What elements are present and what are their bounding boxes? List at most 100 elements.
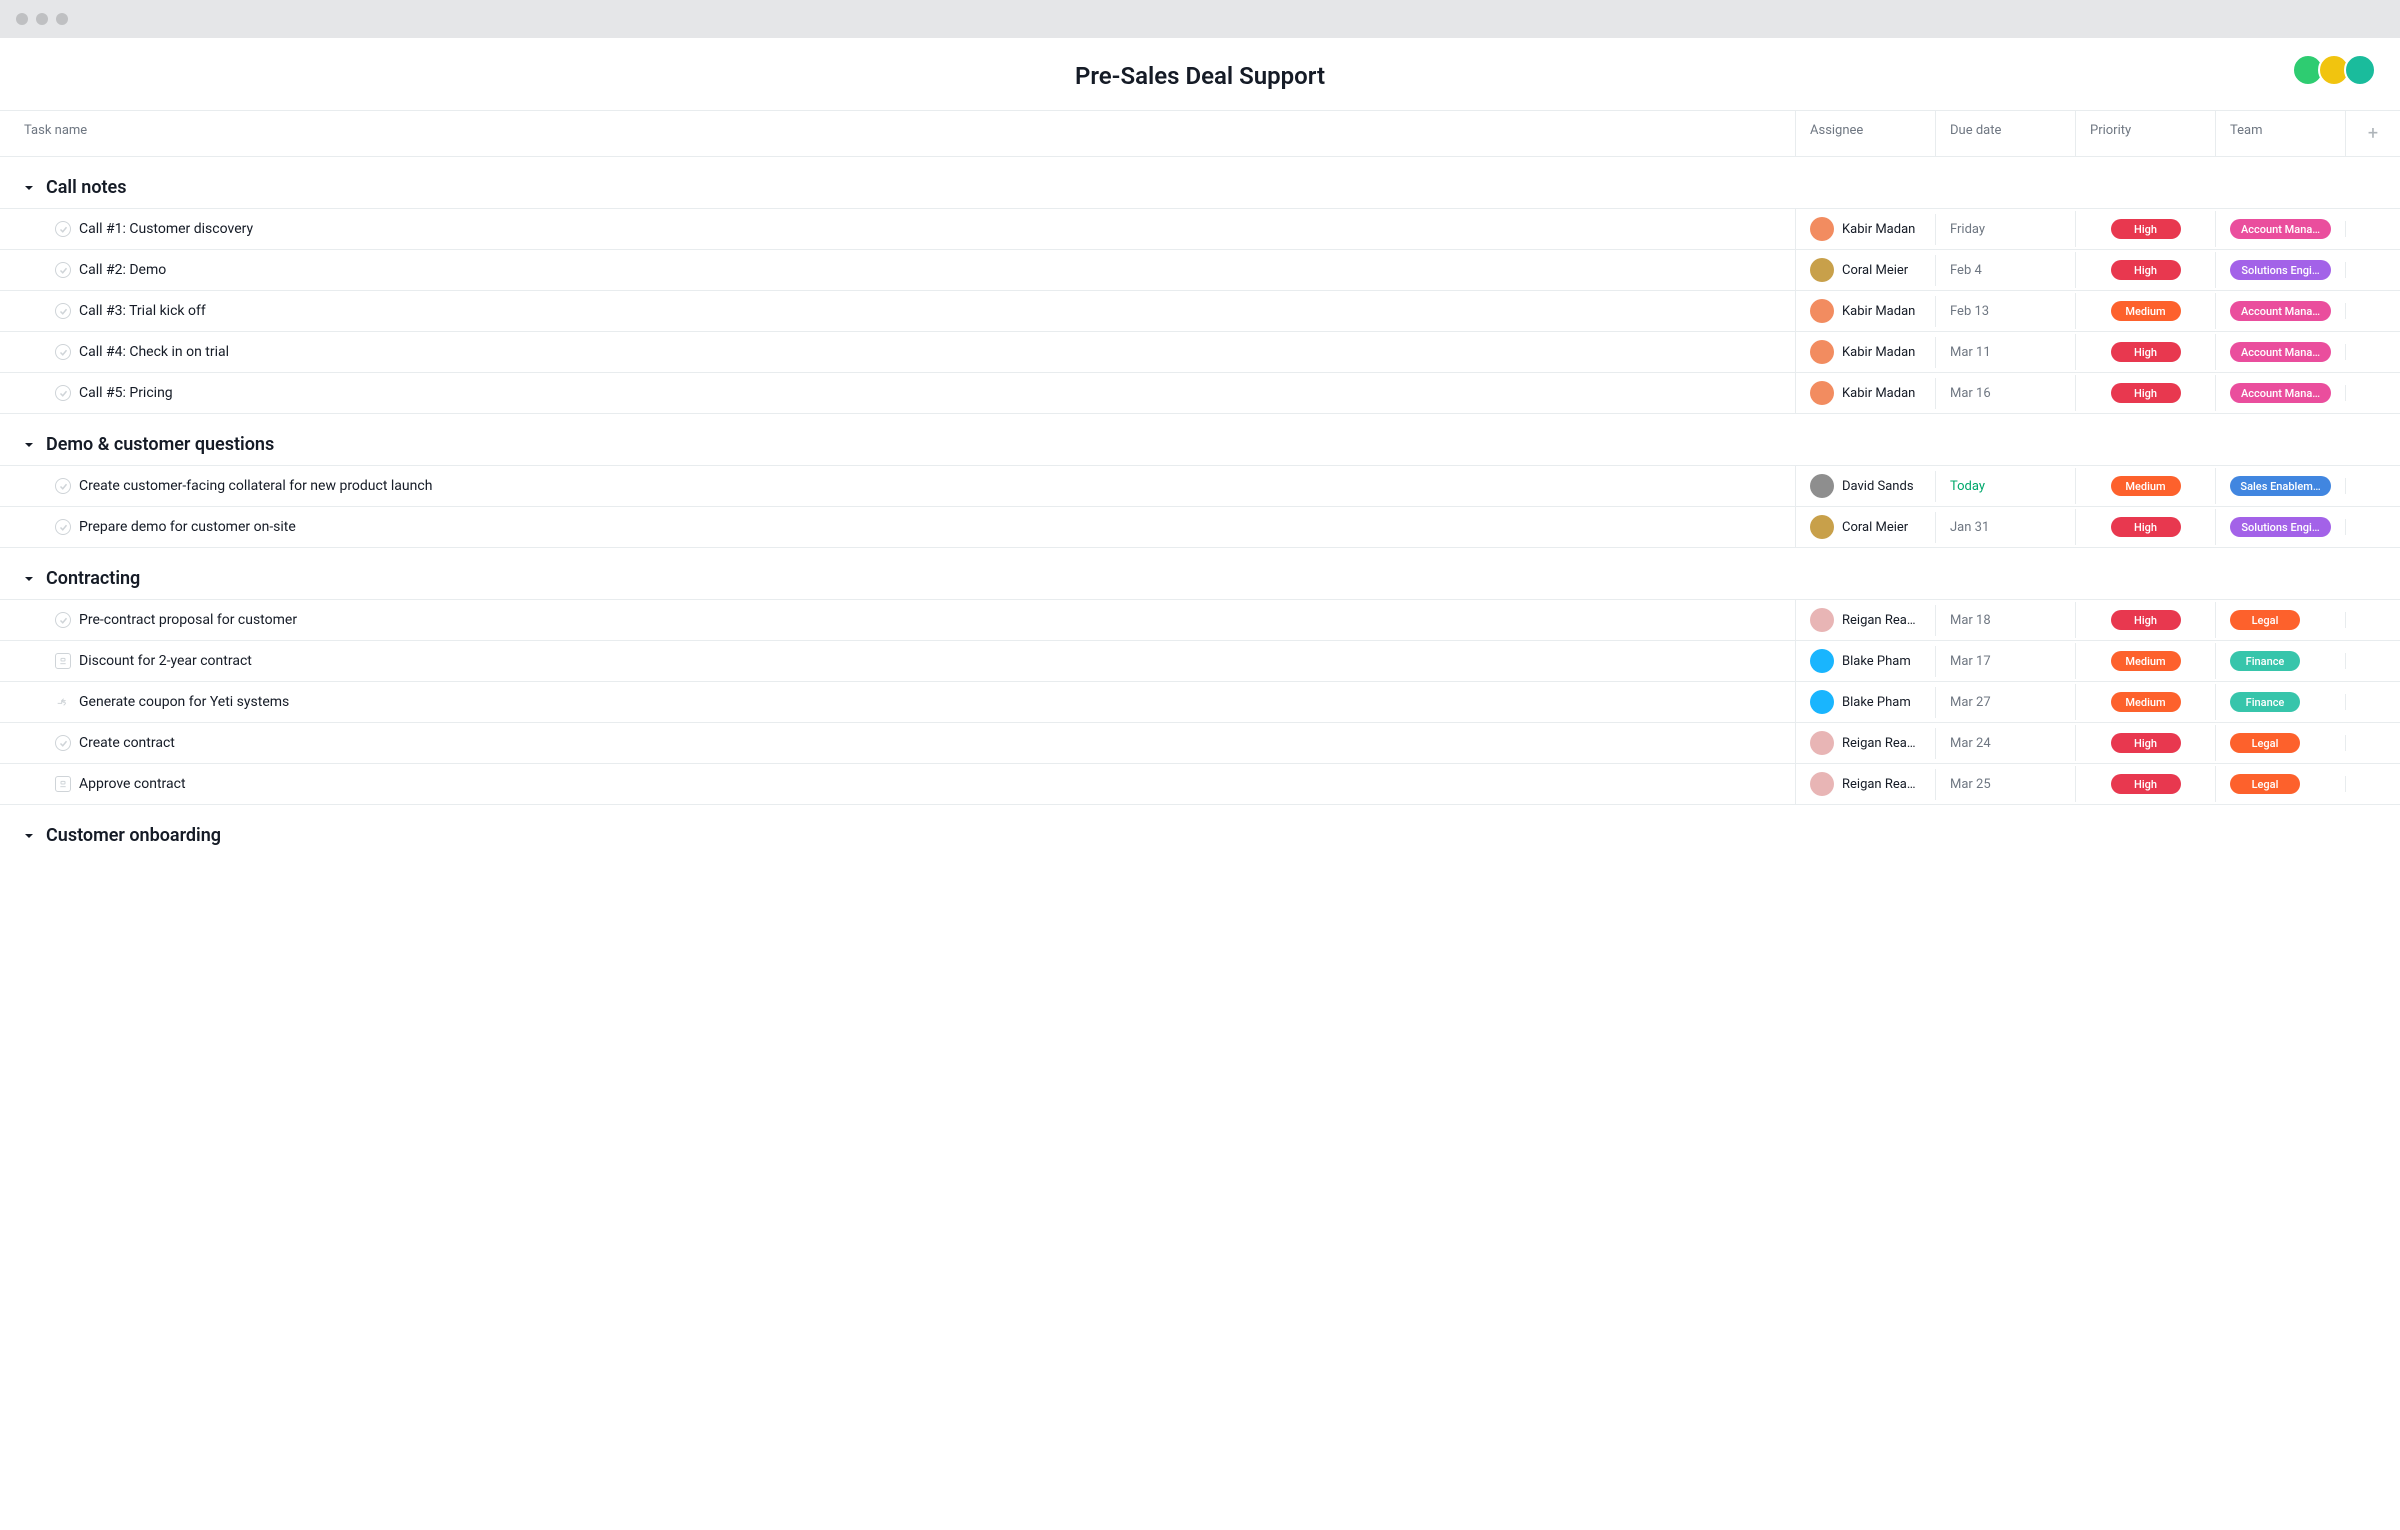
priority-cell[interactable]: Medium [2075,293,2215,329]
task-cell[interactable]: Prepare demo for customer on-site [0,511,1795,543]
team-cell[interactable]: Finance [2215,684,2345,720]
due-date-cell[interactable]: Feb 13 [1935,296,2075,327]
task-row[interactable]: Call #5: PricingKabir MadanMar 16HighAcc… [0,372,2400,414]
due-date-cell[interactable]: Mar 25 [1935,769,2075,800]
approval-stamp-icon[interactable] [55,776,71,792]
assignee-cell[interactable]: Kabir Madan [1795,332,1935,372]
complete-check-icon[interactable] [55,385,71,401]
task-cell[interactable]: Discount for 2-year contract [0,645,1795,677]
task-row[interactable]: Call #3: Trial kick offKabir MadanFeb 13… [0,290,2400,331]
task-cell[interactable]: Call #1: Customer discovery [0,213,1795,245]
task-row[interactable]: Discount for 2-year contractBlake PhamMa… [0,640,2400,681]
complete-check-icon[interactable] [55,303,71,319]
due-date-cell[interactable]: Mar 24 [1935,728,2075,759]
task-cell[interactable]: Create customer-facing collateral for ne… [0,470,1795,502]
task-cell[interactable]: Create contract [0,727,1795,759]
approval-stamp-icon[interactable] [55,653,71,669]
task-cell[interactable]: Call #2: Demo [0,254,1795,286]
task-cell[interactable]: Call #3: Trial kick off [0,295,1795,327]
due-date-cell[interactable]: Mar 11 [1935,337,2075,368]
assignee-cell[interactable]: David Sands [1795,466,1935,506]
due-date-cell[interactable]: Mar 17 [1935,646,2075,677]
due-date-cell[interactable]: Today [1935,471,2075,502]
complete-check-icon[interactable] [55,478,71,494]
col-due-date[interactable]: Due date [1935,111,2075,156]
team-cell[interactable]: Account Mana… [2215,293,2345,329]
task-cell[interactable]: Pre-contract proposal for customer [0,604,1795,636]
due-date-cell[interactable]: Mar 18 [1935,605,2075,636]
team-cell[interactable]: Solutions Engi… [2215,252,2345,288]
assignee-cell[interactable]: Reigan Rea… [1795,764,1935,804]
priority-cell[interactable]: High [2075,509,2215,545]
team-cell[interactable]: Legal [2215,602,2345,638]
section-caret-icon[interactable] [20,827,38,845]
complete-check-icon[interactable] [55,221,71,237]
team-cell[interactable]: Finance [2215,643,2345,679]
assignee-cell[interactable]: Reigan Rea… [1795,600,1935,640]
task-cell[interactable]: Generate coupon for Yeti systems [0,686,1795,718]
assignee-cell[interactable]: Coral Meier [1795,507,1935,547]
complete-check-icon[interactable] [55,519,71,535]
assignee-cell[interactable]: Kabir Madan [1795,291,1935,331]
task-row[interactable]: Prepare demo for customer on-siteCoral M… [0,506,2400,548]
priority-cell[interactable]: High [2075,375,2215,411]
complete-check-icon[interactable] [55,735,71,751]
priority-cell[interactable]: High [2075,334,2215,370]
due-date-cell[interactable]: Jan 31 [1935,512,2075,543]
complete-check-icon[interactable] [55,262,71,278]
task-row[interactable]: Call #4: Check in on trialKabir MadanMar… [0,331,2400,372]
automation-icon[interactable] [55,694,71,710]
col-team[interactable]: Team [2215,111,2345,156]
section-caret-icon[interactable] [20,436,38,454]
task-row[interactable]: Generate coupon for Yeti systemsBlake Ph… [0,681,2400,722]
assignee-cell[interactable]: Kabir Madan [1795,373,1935,413]
col-priority[interactable]: Priority [2075,111,2215,156]
priority-cell[interactable]: Medium [2075,468,2215,504]
task-cell[interactable]: Call #4: Check in on trial [0,336,1795,368]
priority-cell[interactable]: High [2075,211,2215,247]
task-row[interactable]: Create customer-facing collateral for ne… [0,465,2400,506]
task-row[interactable]: Call #1: Customer discoveryKabir MadanFr… [0,208,2400,249]
due-date-cell[interactable]: Friday [1935,214,2075,245]
team-cell[interactable]: Solutions Engi… [2215,509,2345,545]
priority-cell[interactable]: High [2075,602,2215,638]
priority-cell[interactable]: Medium [2075,684,2215,720]
section-header[interactable]: ⋮⋮Demo & customer questions [0,414,2400,465]
traffic-minimize-icon[interactable] [36,13,48,25]
team-cell[interactable]: Account Mana… [2215,334,2345,370]
due-date-cell[interactable]: Feb 4 [1935,255,2075,286]
team-cell[interactable]: Legal [2215,766,2345,802]
task-row[interactable]: Call #2: DemoCoral MeierFeb 4HighSolutio… [0,249,2400,290]
section-caret-icon[interactable] [20,179,38,197]
section-header[interactable]: ⋮⋮Contracting [0,548,2400,599]
member-avatar[interactable] [2344,54,2376,86]
team-cell[interactable]: Account Mana… [2215,375,2345,411]
assignee-cell[interactable]: Kabir Madan [1795,209,1935,249]
assignee-cell[interactable]: Blake Pham [1795,682,1935,722]
traffic-zoom-icon[interactable] [56,13,68,25]
task-row[interactable]: Approve contractReigan Rea…Mar 25HighLeg… [0,763,2400,805]
traffic-close-icon[interactable] [16,13,28,25]
team-cell[interactable]: Legal [2215,725,2345,761]
due-date-cell[interactable]: Mar 16 [1935,378,2075,409]
priority-cell[interactable]: High [2075,725,2215,761]
team-cell[interactable]: Sales Enablem… [2215,468,2345,504]
priority-cell[interactable]: Medium [2075,643,2215,679]
task-cell[interactable]: Call #5: Pricing [0,377,1795,409]
assignee-cell[interactable]: Reigan Rea… [1795,723,1935,763]
task-cell[interactable]: Approve contract [0,768,1795,800]
section-caret-icon[interactable] [20,570,38,588]
assignee-cell[interactable]: Coral Meier [1795,250,1935,290]
complete-check-icon[interactable] [55,612,71,628]
add-column-button[interactable]: + [2345,111,2400,156]
priority-cell[interactable]: High [2075,252,2215,288]
task-row[interactable]: Pre-contract proposal for customerReigan… [0,599,2400,640]
due-date-cell[interactable]: Mar 27 [1935,687,2075,718]
team-cell[interactable]: Account Mana… [2215,211,2345,247]
col-assignee[interactable]: Assignee [1795,111,1935,156]
section-header[interactable]: ⋮⋮Customer onboarding [0,805,2400,856]
task-row[interactable]: Create contractReigan Rea…Mar 24HighLega… [0,722,2400,763]
col-task-name[interactable]: Task name [0,111,1795,156]
section-header[interactable]: ⋮⋮Call notes [0,157,2400,208]
priority-cell[interactable]: High [2075,766,2215,802]
